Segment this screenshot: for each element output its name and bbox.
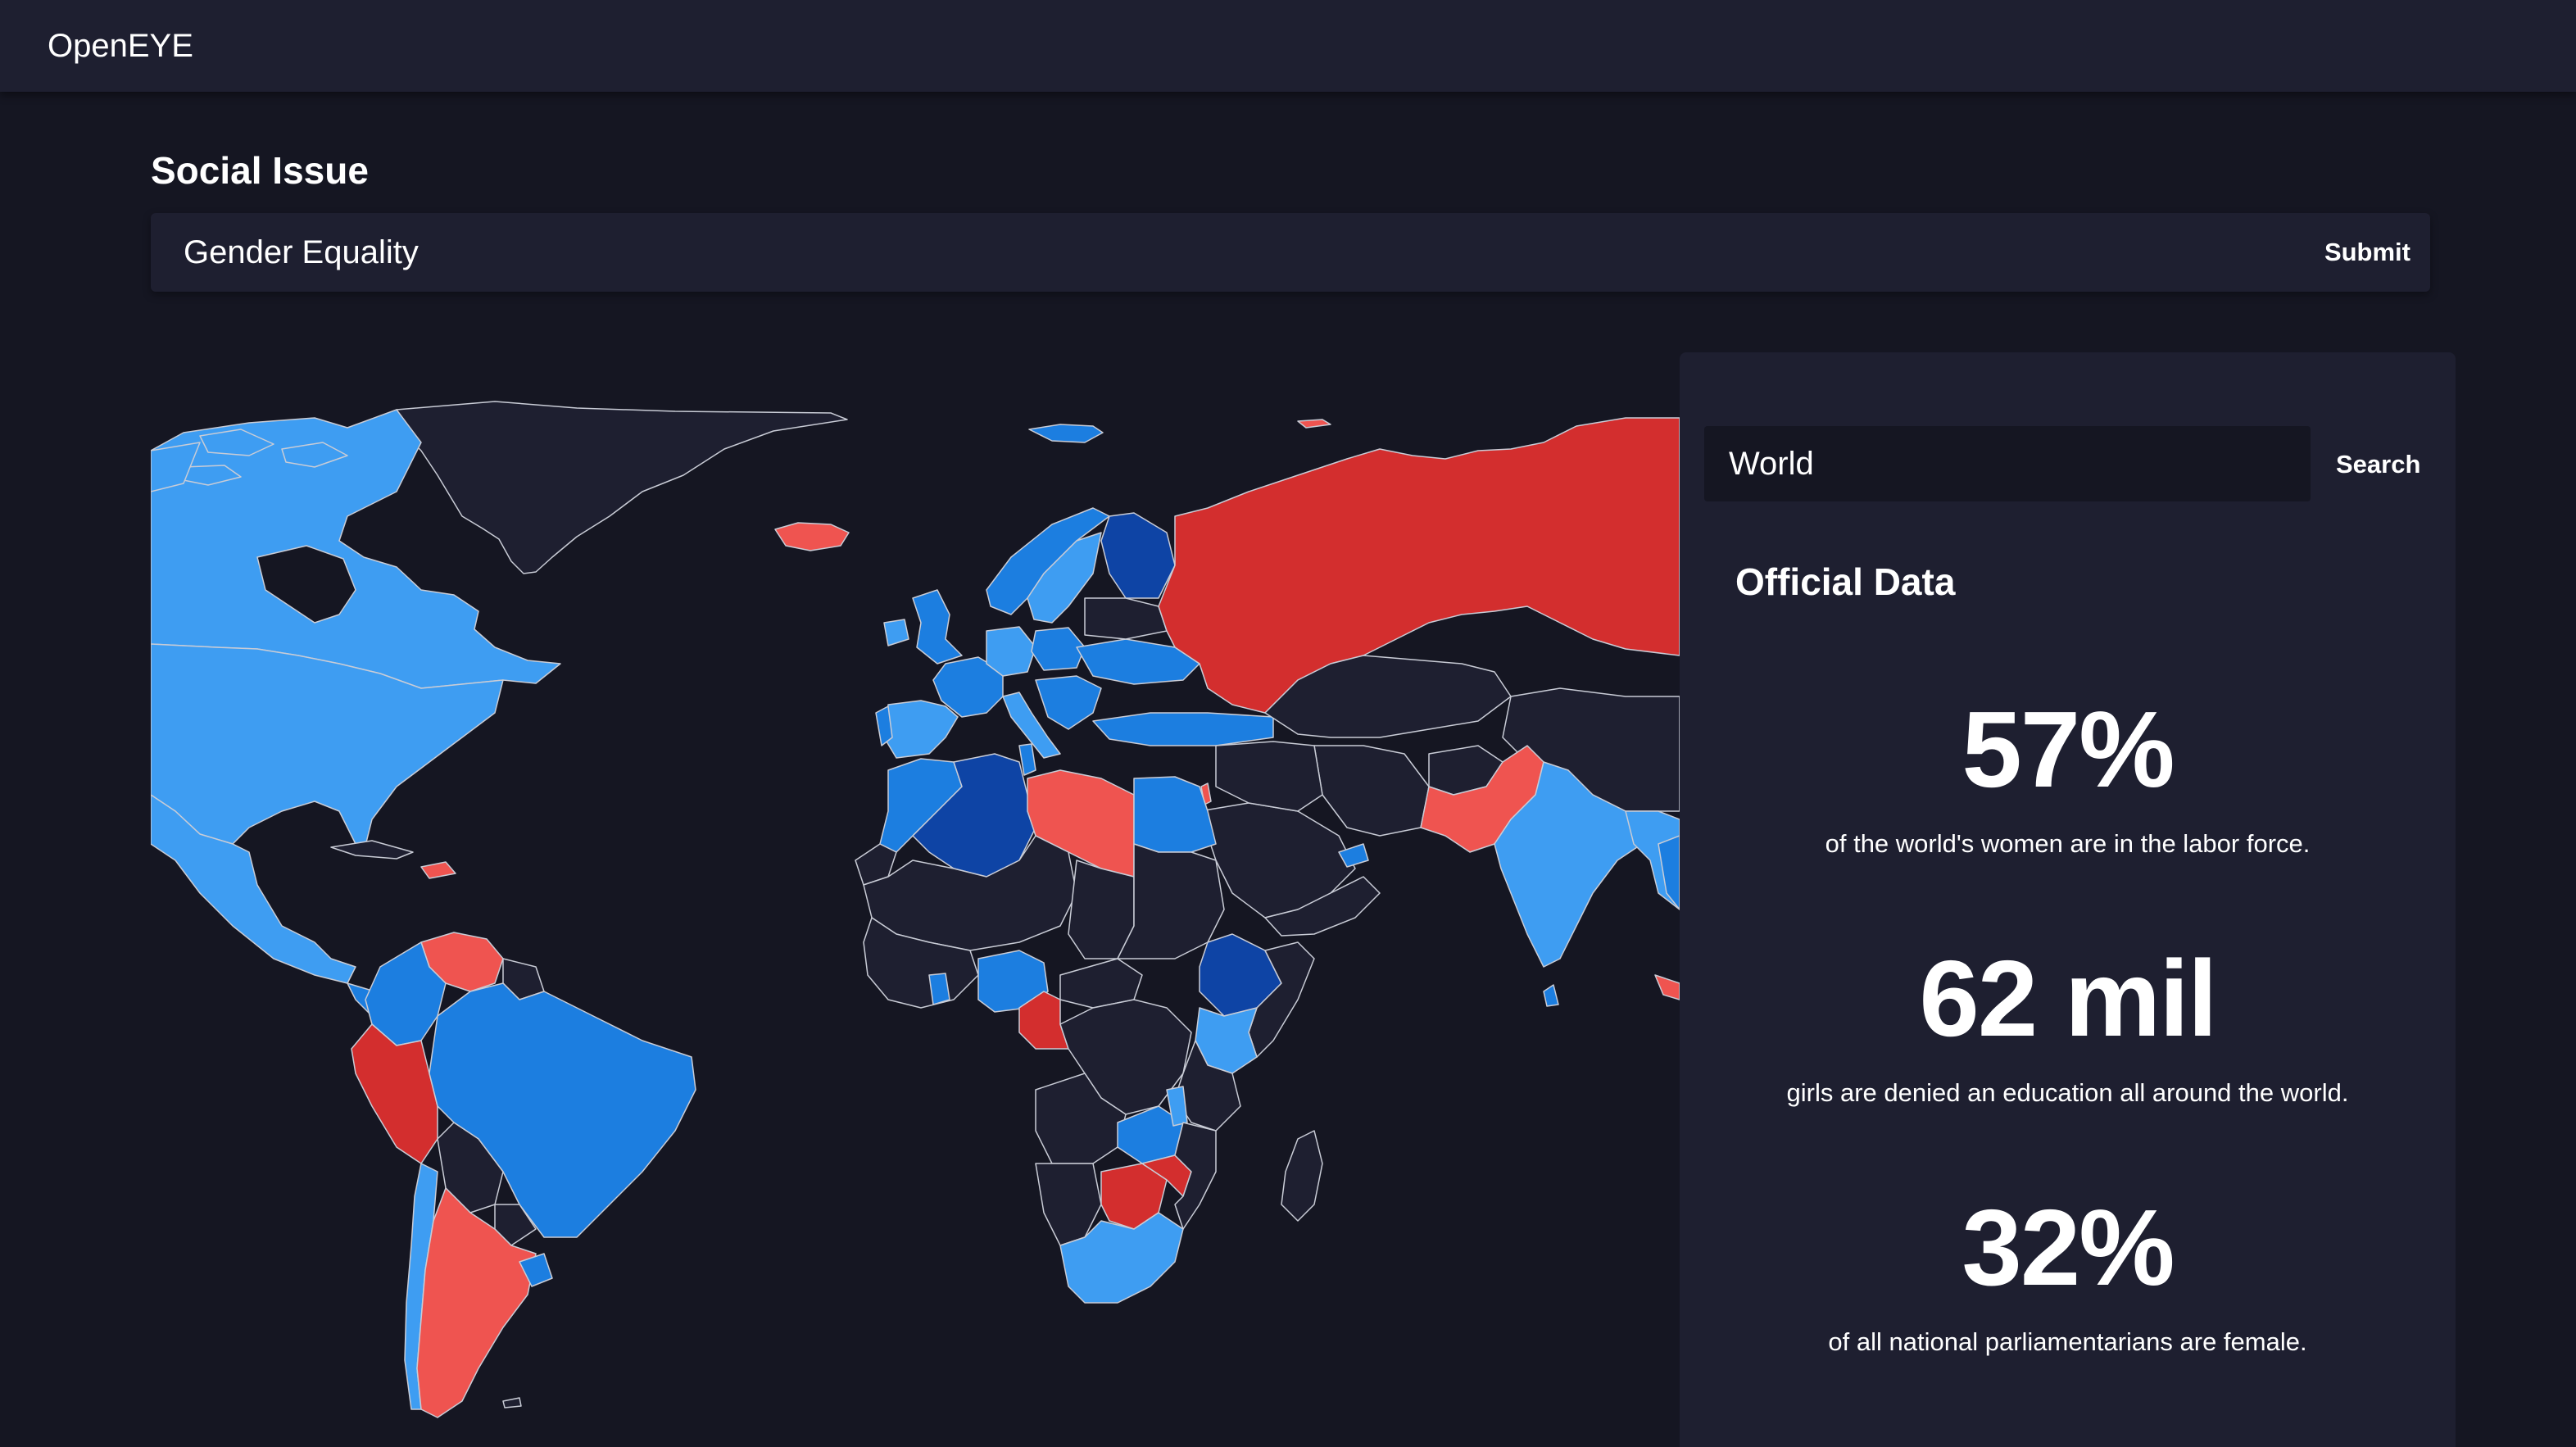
- stat-block: 32% of all national parliamentarians are…: [1680, 1186, 2456, 1360]
- country-sri-lanka[interactable]: [1543, 984, 1559, 1007]
- world-map: [151, 352, 1680, 1447]
- stat-block: 62 mil girls are denied an education all…: [1680, 937, 2456, 1111]
- top-navbar: OpenEYE: [0, 0, 2576, 92]
- official-data-title: Official Data: [1735, 560, 1956, 603]
- country-belarus-baltics[interactable]: [1084, 597, 1168, 640]
- stat-caption: of all national parliamentarians are fem…: [1828, 1327, 2307, 1356]
- country-iceland[interactable]: [774, 522, 850, 551]
- country-falklands[interactable]: [502, 1397, 522, 1408]
- stat-caption: girls are denied an education all around…: [1786, 1078, 2349, 1107]
- country-iraq-syria[interactable]: [1215, 741, 1323, 812]
- country-uk[interactable]: [912, 589, 963, 665]
- country-greenland[interactable]: [396, 401, 848, 574]
- stat-block: 57% of the world's women are in the labo…: [1680, 688, 2456, 862]
- stat-value: 62 mil: [1919, 938, 2217, 1059]
- search-button[interactable]: Search: [2331, 441, 2425, 487]
- country-germany[interactable]: [986, 626, 1036, 677]
- region-search-field[interactable]: World: [1704, 426, 2311, 501]
- world-map-svg: [151, 401, 1680, 1418]
- official-data-panel: World Search Official Data 57% of the wo…: [1680, 352, 2456, 1447]
- country-spain[interactable]: [883, 700, 959, 759]
- country-balkans[interactable]: [1035, 675, 1102, 730]
- social-issue-heading: Social Issue: [151, 149, 369, 192]
- country-madagascar[interactable]: [1281, 1130, 1323, 1222]
- country-indonesia-edge[interactable]: [1654, 974, 1680, 1000]
- country-chad[interactable]: [1068, 860, 1135, 959]
- country-finland[interactable]: [1100, 512, 1176, 599]
- country-iran[interactable]: [1313, 745, 1430, 837]
- country-cuba[interactable]: [330, 840, 414, 860]
- app-brand[interactable]: OpenEYE: [48, 25, 193, 67]
- submit-button[interactable]: Submit: [2324, 229, 2410, 275]
- country-poland[interactable]: [1031, 627, 1086, 671]
- stat-value: 32%: [1961, 1187, 2175, 1308]
- stat-value: 57%: [1961, 689, 2175, 810]
- country-haiti-dr[interactable]: [420, 861, 456, 879]
- country-ghana[interactable]: [928, 973, 950, 1005]
- country-turkey[interactable]: [1092, 712, 1274, 746]
- country-arctic-island[interactable]: [1297, 419, 1331, 429]
- country-ireland[interactable]: [883, 619, 909, 646]
- region-input[interactable]: World: [1729, 442, 1814, 485]
- social-issue-form: Gender Equality Submit: [151, 213, 2430, 292]
- stat-caption: of the world's women are in the labor fo…: [1825, 829, 2311, 858]
- country-sudan[interactable]: [1117, 843, 1225, 959]
- country-svalbard[interactable]: [1028, 424, 1104, 443]
- social-issue-input[interactable]: Gender Equality: [184, 231, 419, 274]
- country-peru[interactable]: [351, 1023, 438, 1164]
